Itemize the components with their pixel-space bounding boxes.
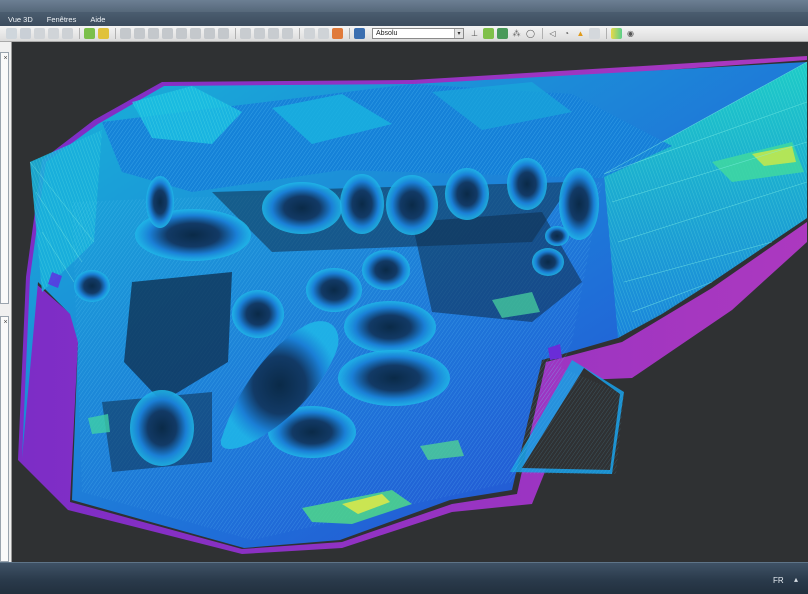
color-ramp-icon[interactable] [611,28,622,39]
view-top-icon[interactable] [176,28,187,39]
mesh-icon[interactable] [497,28,508,39]
measure-icon[interactable] [282,28,293,39]
close-icon[interactable]: × [2,55,9,62]
windows-taskbar: FR ▴ [0,562,808,594]
redo-icon[interactable] [48,28,59,39]
mode-select-value: Absolu [376,30,398,37]
zoom-fit-icon[interactable] [254,28,265,39]
toolbar-separator [299,28,300,39]
warning-icon[interactable]: ▲ [575,28,586,39]
open-icon[interactable] [6,28,17,39]
cone-icon[interactable]: ◯ [525,28,536,39]
toolbar-separator [115,28,116,39]
chevron-down-icon: ▾ [454,29,463,38]
3d-viewport[interactable] [12,42,808,562]
lasso-icon[interactable] [98,28,109,39]
toolbar-separator [79,28,80,39]
side-panel-top[interactable]: × [0,52,9,304]
texture-icon[interactable] [589,28,600,39]
layers-icon[interactable] [268,28,279,39]
main-toolbar: Absolu ▾ ⊥ ⁂ ◯ ◁ ◔ ▲ ◉ [0,26,808,42]
toolbar-separator [235,28,236,39]
menu-fenetres[interactable]: Fenêtres [47,15,77,24]
menu-vue-3d[interactable]: Vue 3D [8,15,33,24]
axes-icon[interactable]: ⊥ [469,28,480,39]
cut-icon[interactable] [62,28,73,39]
select-icon[interactable] [84,28,95,39]
save-icon[interactable] [20,28,31,39]
mesh-render [18,56,808,554]
language-indicator[interactable]: FR [773,576,784,585]
grid-icon[interactable] [304,28,315,39]
application-window: Vue 3D Fenêtres Aide Absolu ▾ ⊥ ⁂ ◯ ◁ ◔ … [0,0,808,594]
left-dock: × × [0,42,12,566]
shading-icon[interactable]: ◔ [561,28,572,39]
screen-icon[interactable] [354,28,365,39]
toolbar-separator [349,28,350,39]
light-icon[interactable]: ◁ [547,28,558,39]
close-icon[interactable]: × [2,319,9,326]
zoom-icon[interactable] [240,28,251,39]
mode-select[interactable]: Absolu ▾ [372,28,464,39]
point-cloud-icon[interactable] [483,28,494,39]
view-left-icon[interactable] [148,28,159,39]
window-title-bar [0,0,808,12]
tray-arrow-icon[interactable]: ▴ [794,575,798,584]
view-back-icon[interactable] [134,28,145,39]
side-panel-bottom[interactable]: × [0,316,9,562]
toolbar-separator [542,28,543,39]
box-icon[interactable] [318,28,329,39]
toolbar-separator [606,28,607,39]
view-right-icon[interactable] [162,28,173,39]
rotate-icon[interactable] [204,28,215,39]
view-front-icon[interactable] [120,28,131,39]
undo-icon[interactable] [34,28,45,39]
scale-icon[interactable]: ⁂ [511,28,522,39]
eye-icon[interactable]: ◉ [625,28,636,39]
pan-icon[interactable] [218,28,229,39]
color-box-icon[interactable] [332,28,343,39]
view-bottom-icon[interactable] [190,28,201,39]
menu-aide[interactable]: Aide [90,15,105,24]
menu-bar: Vue 3D Fenêtres Aide [0,12,808,26]
